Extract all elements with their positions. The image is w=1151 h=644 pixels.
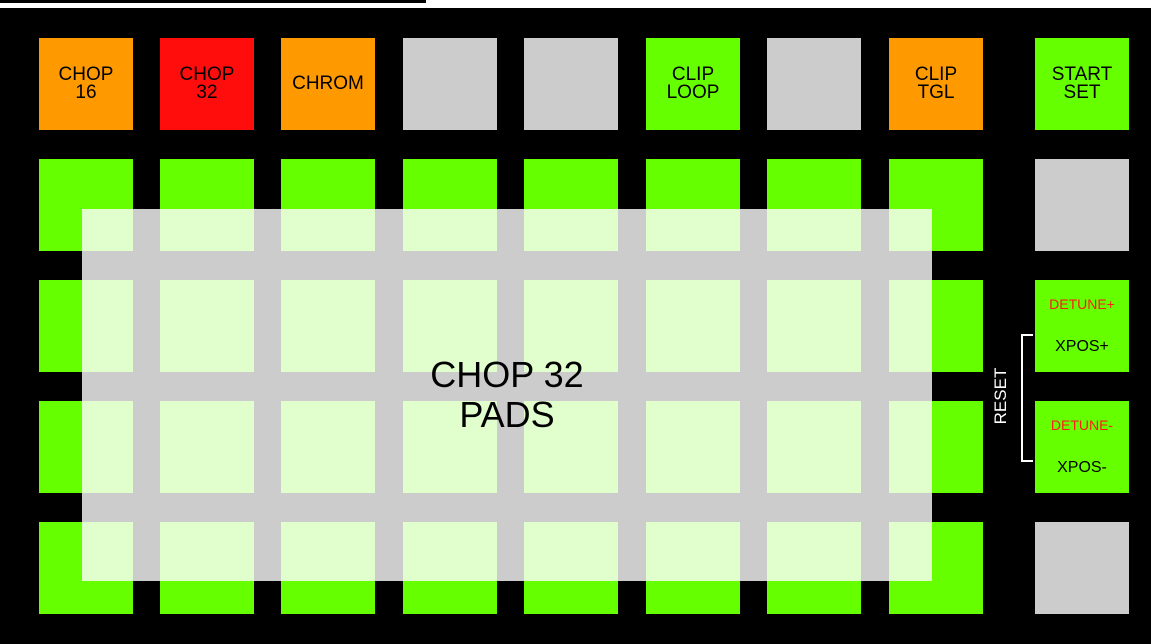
grid-pad[interactable] bbox=[889, 522, 983, 614]
grid-pad[interactable] bbox=[767, 522, 861, 614]
reset-bracket bbox=[1021, 334, 1033, 462]
pad-label: CHROM bbox=[292, 73, 364, 94]
pad-label: CLIP TGL bbox=[914, 64, 958, 103]
pad-label: CLIP LOOP bbox=[666, 64, 720, 103]
grid-pad[interactable] bbox=[160, 522, 254, 614]
grid-pad[interactable] bbox=[889, 280, 983, 372]
grid-pad[interactable] bbox=[160, 280, 254, 372]
grid-pad[interactable] bbox=[524, 522, 618, 614]
grid-pad[interactable] bbox=[767, 159, 861, 251]
pad-blank-button[interactable] bbox=[767, 38, 861, 130]
pad-chrom-button[interactable]: CHROM bbox=[281, 38, 375, 130]
pad-label: CHOP 32 bbox=[179, 64, 235, 103]
grid-pad[interactable] bbox=[646, 522, 740, 614]
detune-plus-label: DETUNE+ bbox=[1049, 296, 1115, 312]
top-rule bbox=[0, 0, 426, 3]
grid-pad[interactable] bbox=[767, 401, 861, 493]
pad-clip-loop-button[interactable]: CLIP LOOP bbox=[646, 38, 740, 130]
grid-pad[interactable] bbox=[646, 159, 740, 251]
pad-blank-button[interactable] bbox=[524, 38, 618, 130]
grid-pad[interactable] bbox=[767, 280, 861, 372]
grid-pad[interactable] bbox=[281, 522, 375, 614]
grid-pad[interactable] bbox=[524, 401, 618, 493]
detune-minus-xpos-minus-button[interactable]: DETUNE- XPOS- bbox=[1035, 401, 1129, 493]
grid-pad[interactable] bbox=[403, 280, 497, 372]
side-blank-pad-upper[interactable] bbox=[1035, 159, 1129, 251]
grid-pad[interactable] bbox=[281, 159, 375, 251]
grid-pad[interactable] bbox=[39, 280, 133, 372]
reset-label-text: RESET bbox=[991, 367, 1010, 425]
pad-chop32-button[interactable]: CHOP 32 bbox=[160, 38, 254, 130]
grid-pad[interactable] bbox=[524, 159, 618, 251]
start-set-button[interactable]: START SET bbox=[1035, 38, 1129, 130]
grid-pad[interactable] bbox=[646, 280, 740, 372]
side-blank-pad-lower[interactable] bbox=[1035, 522, 1129, 614]
grid-pad[interactable] bbox=[39, 522, 133, 614]
grid-pad[interactable] bbox=[646, 401, 740, 493]
grid-pad[interactable] bbox=[281, 401, 375, 493]
grid-pad[interactable] bbox=[39, 401, 133, 493]
grid-pad[interactable] bbox=[281, 280, 375, 372]
grid-pad[interactable] bbox=[160, 159, 254, 251]
pad-clip-tgl-button[interactable]: CLIP TGL bbox=[889, 38, 983, 130]
pad-label: START SET bbox=[1051, 64, 1113, 103]
grid-pad[interactable] bbox=[889, 401, 983, 493]
grid-pad[interactable] bbox=[524, 280, 618, 372]
detune-minus-label: DETUNE- bbox=[1050, 417, 1114, 433]
pad-label: CHOP 16 bbox=[58, 64, 114, 103]
grid-pad[interactable] bbox=[403, 401, 497, 493]
controller-board: CHOP 16 CHOP 32 CHROM CLIP LOOP CLIP TGL… bbox=[0, 8, 1151, 644]
grid-pad[interactable] bbox=[403, 159, 497, 251]
pad-chop16-button[interactable]: CHOP 16 bbox=[39, 38, 133, 130]
detune-plus-xpos-plus-button[interactable]: DETUNE+ XPOS+ bbox=[1035, 280, 1129, 372]
grid-pad[interactable] bbox=[403, 522, 497, 614]
grid-pad[interactable] bbox=[889, 159, 983, 251]
grid-pad[interactable] bbox=[160, 401, 254, 493]
xpos-plus-label: XPOS+ bbox=[1055, 338, 1109, 355]
grid-pad[interactable] bbox=[39, 159, 133, 251]
xpos-minus-label: XPOS- bbox=[1057, 459, 1107, 476]
pad-blank-button[interactable] bbox=[403, 38, 497, 130]
